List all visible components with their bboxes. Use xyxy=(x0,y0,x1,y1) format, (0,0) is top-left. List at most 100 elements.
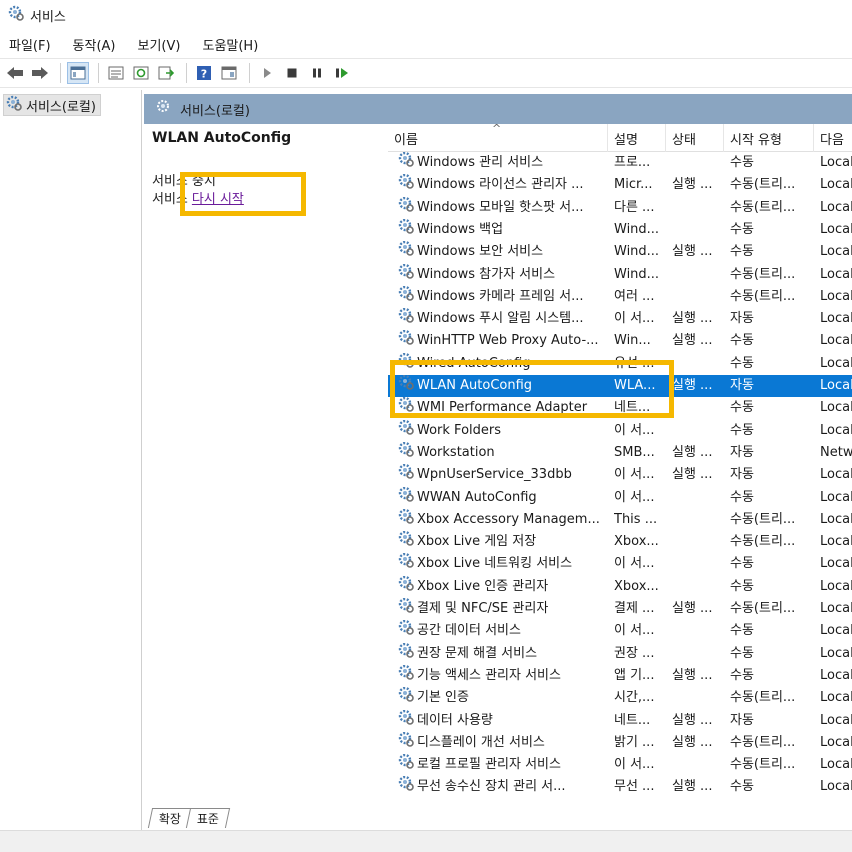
service-name-cell: Work Folders xyxy=(398,419,608,442)
table-row[interactable]: Xbox Live 네트워킹 서비스 이 서... 수동 Local xyxy=(388,553,852,575)
service-gear-icon xyxy=(398,397,414,419)
table-row[interactable]: Windows 참가자 서비스 Wind... 수동(트리... Local xyxy=(388,263,852,286)
service-name-cell: 기본 인증 xyxy=(398,687,608,709)
column-header-status[interactable]: 상태 xyxy=(666,124,724,152)
table-row[interactable]: Work Folders 이 서... 수동 Local xyxy=(388,419,852,442)
table-row[interactable]: WpnUserService_33dbb 이 서... 실행 ... 자동 Local xyxy=(388,464,852,486)
table-row[interactable]: WMI Performance Adapter 네트... 수동 Local xyxy=(388,397,852,419)
search-gear-icon xyxy=(156,99,172,119)
service-logon-as: Local xyxy=(820,378,852,393)
table-row[interactable]: Workstation SMB... 실행 ... 자동 Netw xyxy=(388,441,852,464)
service-logon-as: Netw xyxy=(820,444,852,460)
service-name-cell: WMI Performance Adapter xyxy=(398,397,608,419)
column-desc-label: 설명 xyxy=(614,132,638,148)
toolbar: ? xyxy=(0,58,852,88)
tab-standard[interactable]: 표준 xyxy=(185,808,231,828)
service-name: WpnUserService_33dbb xyxy=(417,467,572,483)
service-name: WMI Performance Adapter xyxy=(417,400,588,416)
service-logon-as: Local xyxy=(820,667,852,683)
table-row[interactable]: 권장 문제 해결 서비스 권장 ... 수동 Local xyxy=(388,642,852,665)
menu-file[interactable]: 파일(F) xyxy=(8,33,52,56)
column-header-startup-type[interactable]: 시작 유형 xyxy=(724,124,814,152)
help-button[interactable]: ? xyxy=(193,62,215,84)
service-gear-icon xyxy=(398,553,414,575)
service-startup-type: 자동 xyxy=(730,378,754,393)
table-row[interactable]: Xbox Live 게임 저장 Xbox... 수동(트리... Local xyxy=(388,531,852,553)
show-console-tree-button[interactable] xyxy=(67,62,89,84)
table-row[interactable]: 디스플레이 개선 서비스 밝기 ... 실행 ... 수동(트리... Local xyxy=(388,731,852,754)
service-logon-as: Local xyxy=(820,155,852,170)
menu-action[interactable]: 동작(A) xyxy=(72,33,117,56)
table-row[interactable]: Windows 모바일 핫스팟 서... 다른 ... 수동(트리... Local xyxy=(388,196,852,219)
start-service-button[interactable] xyxy=(256,62,278,84)
pause-service-button[interactable] xyxy=(306,62,328,84)
service-name: WWAN AutoConfig xyxy=(417,489,537,505)
back-button[interactable] xyxy=(4,62,26,84)
export-list-button[interactable] xyxy=(155,62,177,84)
service-gear-icon xyxy=(398,218,414,241)
service-description: 이 서... xyxy=(614,556,655,572)
stop-service-line: 서비스 중지 xyxy=(152,170,216,189)
table-row[interactable]: 기본 인증 시간,... 수동(트리... Local xyxy=(388,687,852,709)
service-gear-icon xyxy=(398,241,414,263)
service-name: 데이터 사용량 xyxy=(417,712,493,728)
service-name-cell: 무선 송수신 장치 관리 서... xyxy=(398,776,608,798)
service-startup-type: 수동(트리... xyxy=(730,266,796,282)
table-row[interactable]: WLAN AutoConfig WLA... 실행 ... 자동 Local xyxy=(388,375,852,397)
table-row[interactable]: 기능 액세스 관리자 서비스 앱 기... 실행 ... 수동 Local xyxy=(388,664,852,687)
table-row[interactable]: Xbox Accessory Managem... This ... 수동(트리..… xyxy=(388,508,852,531)
table-row[interactable]: 데이터 사용량 네트... 실행 ... 자동 Local xyxy=(388,709,852,732)
service-description: Xbox... xyxy=(614,578,659,594)
service-name-cell: Xbox Live 네트워킹 서비스 xyxy=(398,553,608,575)
table-row[interactable]: Windows 보안 서비스 Wind... 실행 ... 수동 Local xyxy=(388,241,852,263)
table-row[interactable]: Windows 푸시 알림 시스템... 이 서... 실행 ... 자동 Local xyxy=(388,308,852,330)
table-row[interactable]: Windows 관리 서비스 프로... 수동 Local xyxy=(388,152,852,174)
service-gear-icon xyxy=(398,709,414,732)
service-status xyxy=(672,219,724,241)
services-list: 이름 ^ 설명 상태 시작 유형 다음 Windows 관리 서비스 프로... 수… xyxy=(388,124,852,800)
menu-help[interactable]: 도움말(H) xyxy=(201,33,259,56)
refresh-button[interactable] xyxy=(130,62,152,84)
table-row[interactable]: Windows 라이선스 관리자 ... Micr... 실행 ... 수동(트리..… xyxy=(388,174,852,196)
column-header-logon[interactable]: 다음 xyxy=(814,124,852,152)
tab-standard-label: 표준 xyxy=(196,812,220,826)
restart-service-link[interactable]: 다시 시작 xyxy=(192,188,244,207)
service-startup-type: 수동(트리... xyxy=(730,288,796,304)
service-name: 권장 문제 해결 서비스 xyxy=(417,645,538,661)
service-status xyxy=(672,531,724,553)
properties-button[interactable] xyxy=(105,62,127,84)
table-row[interactable]: 공간 데이터 서비스 이 서... 수동 Local xyxy=(388,620,852,642)
table-row[interactable]: 결제 및 NFC/SE 관리자 결제 ... 실행 ... 수동(트리... Local xyxy=(388,598,852,620)
table-row[interactable]: Windows 백업 Wind... 수동 Local xyxy=(388,218,852,241)
service-logon-as: Local xyxy=(820,422,852,438)
column-header-name[interactable]: 이름 ^ xyxy=(388,124,608,152)
service-startup-type: 수동(트리... xyxy=(730,177,796,193)
column-logon-label: 다음 xyxy=(820,132,844,148)
table-row[interactable]: Wired AutoConfig 유선 ... 수동 Local xyxy=(388,352,852,375)
table-row[interactable]: WinHTTP Web Proxy Auto-... Win... 실행 ... 수동… xyxy=(388,330,852,352)
menu-view[interactable]: 보기(V) xyxy=(137,33,182,56)
table-row[interactable]: 로컬 프로필 관리자 서비스 이 서... 수동(트리... Local xyxy=(388,754,852,776)
stop-service-button[interactable] xyxy=(281,62,303,84)
service-startup-type: 수동(트리... xyxy=(730,199,796,215)
forward-button[interactable] xyxy=(29,62,51,84)
service-startup-type: 수동 xyxy=(730,645,754,661)
service-logon-as: Local xyxy=(820,712,852,728)
service-name-cell: Windows 관리 서비스 xyxy=(398,152,608,174)
tree-item-services-local[interactable]: 서비스(로컬) xyxy=(3,94,101,116)
service-name: Windows 라이선스 관리자 ... xyxy=(417,177,584,193)
table-row[interactable]: Windows 카메라 프레임 서... 여러 ... 수동(트리... Local xyxy=(388,285,852,308)
restart-service-button[interactable] xyxy=(331,62,353,84)
service-status: 실행 ... xyxy=(672,444,713,460)
service-status xyxy=(672,643,724,665)
table-row[interactable]: WWAN AutoConfig 이 서... 수동 Local xyxy=(388,486,852,509)
table-row[interactable]: Xbox Live 인증 관리자 Xbox... 수동 Local xyxy=(388,575,852,598)
service-status: 실행 ... xyxy=(672,601,713,616)
service-name-cell: WLAN AutoConfig xyxy=(398,375,608,397)
column-header-description[interactable]: 설명 xyxy=(608,124,666,152)
service-name: Windows 보안 서비스 xyxy=(417,244,544,260)
show-action-pane-button[interactable] xyxy=(218,62,240,84)
service-startup-type: 자동 xyxy=(730,444,754,460)
service-name: Xbox Live 게임 저장 xyxy=(417,534,537,550)
table-row[interactable]: 무선 송수신 장치 관리 서... 무선 ... 실행 ... 수동 Local xyxy=(388,776,852,798)
